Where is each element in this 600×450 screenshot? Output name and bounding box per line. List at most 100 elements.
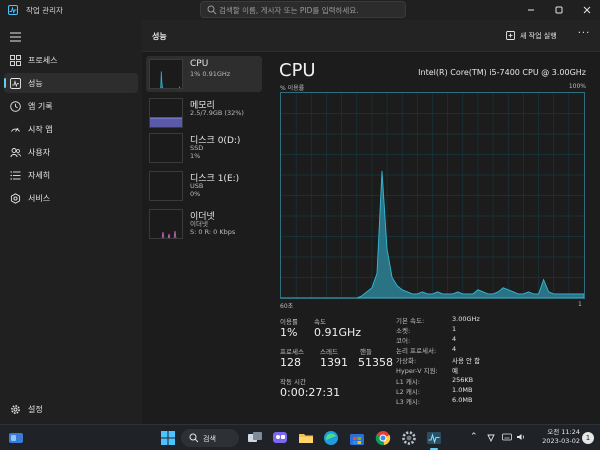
time-axis-end-label: 1 [578, 301, 582, 308]
sidebar-item-label: 사용자 [28, 148, 51, 157]
search-input[interactable]: 검색할 이름, 게시자 또는 PID를 입력하세요. [200, 1, 406, 18]
cpu-model: Intel(R) Core(TM) i5-7400 CPU @ 3.00GHz [418, 68, 586, 77]
cpu-thumbnail [149, 59, 183, 89]
detail-title: CPU [279, 60, 316, 81]
clock-time: 오전 11:24 [547, 428, 580, 436]
device-disk-0[interactable]: 디스크 0(D:) SSD 1% [146, 130, 262, 166]
device-type: 이더넷 [190, 220, 208, 228]
task-view-icon[interactable] [247, 430, 263, 446]
window-title: 작업 관리자 [26, 6, 63, 15]
device-cpu[interactable]: CPU 1% 0.91GHz [146, 56, 262, 92]
page-title: 성능 [152, 32, 167, 41]
device-memory[interactable]: 메모리 2.5/7.9GB (32%) [146, 95, 262, 131]
new-task-button[interactable]: 새 작업 실행 [506, 28, 574, 44]
time-axis-start-label: 60초 [280, 303, 294, 310]
search-placeholder: 검색할 이름, 게시자 또는 PID를 입력하세요. [219, 6, 359, 15]
settings-button[interactable]: 설정 [4, 400, 138, 418]
spec-base-speed-value: 3.00GHz [452, 315, 480, 323]
volume-icon[interactable] [516, 432, 526, 442]
processes-icon [10, 55, 21, 66]
spec-cores-label: 코어: [396, 337, 411, 345]
spec-l3-label: L3 캐시: [396, 398, 420, 406]
device-disk-1[interactable]: 디스크 1(E:) USB 0% [146, 168, 262, 204]
main-panel: 성능 새 작업 실행 ··· CPU 1% 0.91GHz 메모리 2.5/7.… [142, 20, 600, 424]
network-icon[interactable] [486, 432, 496, 442]
search-icon [189, 433, 199, 443]
file-explorer-icon[interactable] [298, 430, 314, 446]
cpu-utilization-graph [280, 92, 585, 299]
search-icon [207, 5, 217, 15]
device-sub: 2.5/7.9GB (32%) [190, 109, 244, 117]
clock[interactable]: 오전 11:24 2023-03-02 [530, 428, 580, 446]
taskbar-search-button[interactable]: 검색 [181, 429, 239, 447]
users-icon [10, 148, 21, 158]
chevron-up-icon[interactable]: ⌃ [470, 432, 478, 442]
device-sub: 1% 0.91GHz [190, 70, 231, 78]
device-sub: 이더넷 S: 0 R: 0 Kbps [190, 220, 235, 236]
processes-value: 128 [280, 356, 301, 369]
settings-label: 설정 [28, 405, 43, 414]
more-options-button[interactable]: ··· [576, 29, 592, 43]
startup-icon [11, 127, 20, 132]
disk0-thumbnail [149, 133, 183, 163]
sidebar-item-users[interactable]: 사용자 [4, 142, 138, 162]
spec-logical-label: 논리 프로세서: [396, 347, 437, 355]
device-throughput: S: 0 R: 0 Kbps [190, 228, 236, 236]
utilization-axis-label: % 이용률 [280, 85, 305, 92]
chat-icon[interactable] [272, 430, 288, 446]
widgets-icon[interactable] [8, 430, 24, 446]
spec-l1-value: 256KB [452, 376, 474, 384]
maximize-button[interactable] [552, 3, 566, 17]
details-icon [10, 171, 21, 180]
uptime-label: 작동 시간 [280, 378, 306, 386]
app-history-icon [10, 101, 21, 112]
utilization-value: 1% [280, 326, 298, 339]
task-manager-taskbar-icon[interactable] [426, 430, 442, 446]
close-button[interactable] [580, 3, 594, 17]
new-task-icon [506, 31, 515, 40]
sidebar-item-label: 시작 앱 [28, 125, 53, 134]
start-icon[interactable] [160, 430, 176, 446]
sidebar-item-processes[interactable]: 프로세스 [4, 50, 138, 70]
sidebar: 프로세스 성능 앱 기록 시작 앱 사용자 자세히 서비스 설정 [0, 20, 142, 424]
utilization-label: 이용률 [280, 318, 298, 326]
memory-usage-fill [150, 118, 182, 127]
device-type: SSD [190, 144, 204, 152]
hamburger-menu-icon[interactable] [10, 32, 21, 42]
device-ethernet[interactable]: 이더넷 이더넷 S: 0 R: 0 Kbps [146, 206, 262, 242]
spec-base-speed-label: 기본 속도: [396, 317, 425, 325]
sidebar-item-startup[interactable]: 시작 앱 [4, 119, 138, 139]
language-icon[interactable] [502, 432, 512, 442]
uptime-value: 0:00:27:31 [280, 386, 341, 399]
edge-browser-icon[interactable] [323, 430, 339, 446]
device-sub: SSD 1% [190, 144, 203, 160]
sidebar-item-label: 서비스 [28, 194, 51, 203]
minimize-button[interactable] [524, 3, 538, 17]
device-usage: 1% [190, 152, 201, 160]
settings-gear-icon[interactable] [401, 430, 417, 446]
sidebar-item-label: 앱 기록 [28, 102, 53, 111]
performance-icon [10, 78, 21, 89]
taskbar: 검색 ⌃ 오전 11:24 2023-03-02 1 [0, 424, 600, 450]
spec-hyperv-label: Hyper-V 지원: [396, 367, 438, 375]
sidebar-item-app-history[interactable]: 앱 기록 [4, 96, 138, 116]
memory-thumbnail [149, 98, 183, 128]
sidebar-item-performance[interactable]: 성능 [4, 73, 138, 93]
chrome-icon[interactable] [375, 430, 391, 446]
spec-logical-value: 4 [452, 345, 457, 353]
utilization-max-label: 100% [568, 83, 586, 90]
spec-sockets-label: 소켓: [396, 327, 411, 335]
spec-virtualization-label: 가상화: [396, 357, 417, 365]
speed-label: 속도 [314, 318, 326, 326]
sidebar-item-label: 성능 [28, 79, 43, 88]
sidebar-item-details[interactable]: 자세히 [4, 165, 138, 185]
notification-badge[interactable]: 1 [582, 432, 594, 444]
task-manager-icon [8, 5, 18, 15]
taskbar-search-label: 검색 [203, 435, 216, 443]
ethernet-thumbnail [149, 209, 183, 239]
store-icon[interactable] [349, 430, 365, 446]
cpu-graph-svg [281, 93, 585, 299]
disk1-thumbnail [149, 171, 183, 201]
sidebar-item-services[interactable]: 서비스 [4, 188, 138, 208]
spec-cores-value: 4 [452, 335, 457, 343]
